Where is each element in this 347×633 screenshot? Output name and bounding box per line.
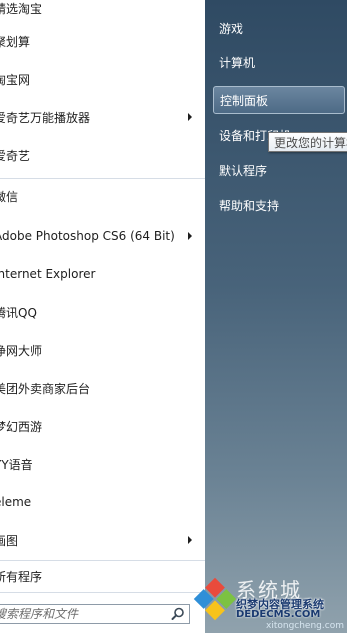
separator — [0, 560, 205, 561]
program-label: 爱奇艺万能播放器 — [0, 110, 91, 125]
place-label: 游戏 — [219, 21, 244, 36]
place-item[interactable]: 控制面板 — [213, 86, 345, 114]
program-label: 净网大师 — [0, 343, 43, 358]
submenu-arrow-icon — [188, 536, 192, 544]
program-label: YY语音 — [0, 457, 33, 472]
place-item[interactable]: 计算机 — [213, 48, 345, 76]
program-label: 画图 — [0, 533, 19, 548]
program-label: Internet Explorer — [0, 267, 96, 281]
windows-logo-icon — [193, 577, 237, 621]
submenu-arrow-icon — [188, 113, 192, 121]
program-item[interactable]: 梦幻西游 — [0, 408, 205, 444]
watermark-line3: xitongcheng.com — [266, 621, 344, 631]
program-item[interactable]: 淘宝网 — [0, 61, 205, 97]
places-pane: 游戏 计算机 控制面板 设备和打印机 默认程序 帮助和支持 — [205, 0, 347, 633]
search-input[interactable] — [0, 606, 160, 622]
tooltip: 更改您的计算机 — [268, 132, 347, 152]
program-label: 爱奇艺 — [0, 148, 31, 163]
program-item[interactable]: Internet Explorer — [0, 256, 205, 292]
program-item[interactable]: 画图 — [0, 522, 205, 558]
program-item[interactable]: Adobe Photoshop CS6 (64 Bit) — [0, 218, 205, 254]
all-programs-item[interactable]: 所有程序 — [0, 560, 205, 592]
program-item[interactable]: YY语音 — [0, 446, 205, 482]
program-item[interactable]: 腾讯QQ — [0, 294, 205, 330]
program-label: 微信 — [0, 189, 19, 204]
place-label: 控制面板 — [220, 93, 269, 108]
programs-pane: 精选淘宝聚划算淘宝网爱奇艺万能播放器 爱奇艺微信 Adobe Photoshop C… — [0, 0, 205, 633]
separator — [0, 178, 205, 179]
watermark: 系统城 织梦内容管理系统 DEDECMS.COM xitongcheng.com — [190, 570, 347, 633]
watermark-line2: DEDECMS.COM — [236, 609, 321, 620]
submenu-arrow-icon — [188, 232, 192, 240]
search-area — [0, 592, 205, 633]
place-item[interactable]: 游戏 — [213, 14, 345, 42]
program-label: 聚划算 — [0, 34, 31, 49]
program-item[interactable]: 美团外卖商家后台 — [0, 370, 205, 406]
program-label: 梦幻西游 — [0, 419, 43, 434]
program-label: 腾讯QQ — [0, 305, 37, 320]
place-item[interactable]: 默认程序 — [213, 156, 345, 184]
search-icon[interactable] — [169, 606, 187, 622]
program-item[interactable]: 爱奇艺 — [0, 137, 205, 173]
tooltip-text: 更改您的计算机 — [274, 135, 347, 150]
program-label: 精选淘宝 — [0, 1, 43, 16]
place-label: 计算机 — [219, 55, 256, 70]
search-box[interactable] — [0, 604, 190, 624]
program-item[interactable]: 聚划算 — [0, 23, 205, 59]
program-item[interactable]: 爱奇艺万能播放器 — [0, 99, 205, 135]
program-label: 美团外卖商家后台 — [0, 381, 91, 396]
separator — [0, 592, 205, 593]
program-item[interactable]: 微信 — [0, 178, 205, 214]
all-programs-label: 所有程序 — [0, 569, 43, 584]
program-label: 淘宝网 — [0, 72, 31, 87]
program-label: eleme — [0, 495, 32, 509]
place-label: 帮助和支持 — [219, 198, 280, 213]
place-label: 默认程序 — [219, 163, 268, 178]
program-label: Adobe Photoshop CS6 (64 Bit) — [0, 229, 175, 243]
place-item[interactable]: 帮助和支持 — [213, 191, 345, 219]
program-item[interactable]: eleme — [0, 484, 205, 520]
program-item[interactable]: 净网大师 — [0, 332, 205, 368]
